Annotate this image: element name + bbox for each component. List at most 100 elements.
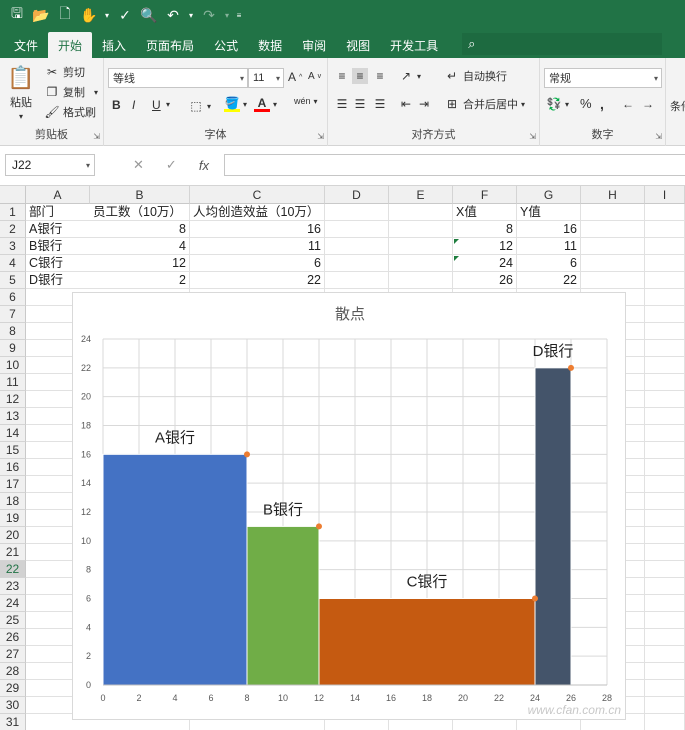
increase-indent-button[interactable]: ⇥	[416, 96, 432, 112]
column-header-h[interactable]: H	[581, 186, 645, 204]
row-header-4[interactable]: 4	[0, 255, 26, 272]
column-header-i[interactable]: I	[645, 186, 685, 204]
increase-decimal-button[interactable]: ←	[620, 96, 636, 112]
align-center-button[interactable]: ☰	[352, 96, 368, 112]
row-header-18[interactable]: 18	[0, 493, 26, 510]
row-header-17[interactable]: 17	[0, 476, 26, 493]
cell-b5[interactable]: 2	[90, 272, 189, 289]
chevron-down-icon[interactable]: ▾	[222, 4, 232, 26]
row-header-11[interactable]: 11	[0, 374, 26, 391]
row-header-27[interactable]: 27	[0, 646, 26, 663]
merge-center-button[interactable]: ⊞ 合并后居中 ▾	[444, 96, 525, 112]
cell-c3[interactable]: 11	[190, 238, 324, 255]
grow-font-button[interactable]: A ^	[288, 70, 302, 84]
column-header-g[interactable]: G	[517, 186, 581, 204]
decrease-decimal-button[interactable]: →	[640, 96, 656, 112]
formula-input[interactable]	[224, 154, 685, 176]
redo-icon[interactable]: ↷	[198, 4, 220, 26]
tab-formulas[interactable]: 公式	[204, 32, 248, 58]
chevron-down-icon[interactable]: ▾	[102, 4, 112, 26]
dialog-launcher-icon[interactable]: ⇲	[529, 132, 536, 141]
cell-f4[interactable]: 24	[453, 255, 516, 272]
cell-a4[interactable]: C银行	[26, 255, 90, 272]
shrink-font-button[interactable]: Av	[308, 71, 321, 82]
underline-button[interactable]: U	[152, 98, 161, 112]
top-align-button[interactable]: ≡	[334, 68, 350, 84]
row-header-28[interactable]: 28	[0, 663, 26, 680]
cell-a3[interactable]: B银行	[26, 238, 90, 255]
row-header-31[interactable]: 31	[0, 714, 26, 730]
cell-b3[interactable]: 4	[90, 238, 189, 255]
copy-button[interactable]: ❐ 复制 ▾	[44, 84, 98, 100]
wrap-text-button[interactable]: ↵ 自动换行	[444, 68, 507, 84]
row-header-13[interactable]: 13	[0, 408, 26, 425]
dialog-launcher-icon[interactable]: ⇲	[655, 132, 662, 141]
middle-align-button[interactable]: ≡	[352, 68, 368, 84]
row-header-7[interactable]: 7	[0, 306, 26, 323]
row-header-3[interactable]: 3	[0, 238, 26, 255]
decrease-indent-button[interactable]: ⇤	[398, 96, 414, 112]
tab-home[interactable]: 开始	[48, 32, 93, 58]
tab-file[interactable]: 文件	[4, 32, 48, 58]
save-icon[interactable]: 🖫	[6, 4, 28, 26]
dialog-launcher-icon[interactable]: ⇲	[93, 132, 100, 141]
cell-c1[interactable]: 人均创造效益（10万）	[190, 204, 390, 221]
conditional-format-button[interactable]: 条件	[670, 98, 685, 114]
cell-c4[interactable]: 6	[190, 255, 324, 272]
bank-block-0[interactable]	[102, 453, 248, 686]
bold-button[interactable]: B	[112, 98, 121, 112]
row-header-8[interactable]: 8	[0, 323, 26, 340]
tab-insert[interactable]: 插入	[92, 32, 136, 58]
scatter-point-0[interactable]	[244, 451, 250, 458]
row-header-25[interactable]: 25	[0, 612, 26, 629]
touch-icon[interactable]: ✋	[78, 4, 100, 26]
dialog-launcher-icon[interactable]: ⇲	[317, 132, 324, 141]
scatter-point-1[interactable]	[316, 523, 322, 530]
bank-label-0[interactable]: A银行	[155, 429, 195, 446]
cell-b4[interactable]: 12	[90, 255, 189, 272]
row-header-26[interactable]: 26	[0, 629, 26, 646]
cell-f5[interactable]: 26	[453, 272, 516, 289]
align-right-button[interactable]: ☰	[372, 96, 388, 112]
row-header-14[interactable]: 14	[0, 425, 26, 442]
cell-a1[interactable]: 部门	[26, 204, 90, 221]
row-header-22[interactable]: 22	[0, 561, 26, 578]
column-header-d[interactable]: D	[325, 186, 389, 204]
row-header-2[interactable]: 2	[0, 221, 26, 238]
row-header-20[interactable]: 20	[0, 527, 26, 544]
bank-block-1[interactable]	[246, 525, 320, 686]
cell-g3[interactable]: 11	[517, 238, 580, 255]
row-header-9[interactable]: 9	[0, 340, 26, 357]
cell-f2[interactable]: 8	[453, 221, 516, 238]
row-header-19[interactable]: 19	[0, 510, 26, 527]
cell-g2[interactable]: 16	[517, 221, 580, 238]
undo-icon[interactable]: ↶	[162, 4, 184, 26]
bank-label-3[interactable]: D银行	[533, 343, 574, 360]
number-format-select[interactable]: 常规 ▾	[544, 68, 662, 88]
cell-g1[interactable]: Y值	[517, 204, 581, 221]
paste-button[interactable]: 📋 粘贴 ▾	[7, 64, 34, 121]
cell-g4[interactable]: 6	[517, 255, 580, 272]
cell-g5[interactable]: 22	[517, 272, 580, 289]
row-header-23[interactable]: 23	[0, 578, 26, 595]
tab-review[interactable]: 审阅	[292, 32, 336, 58]
cell-f3[interactable]: 12	[453, 238, 516, 255]
select-all-corner[interactable]	[0, 186, 26, 204]
font-size-select[interactable]: 11 ▾	[248, 68, 284, 88]
tab-data[interactable]: 数据	[248, 32, 292, 58]
enter-icon[interactable]: ✓	[166, 157, 177, 173]
scatter-point-3[interactable]	[568, 364, 574, 371]
border-button[interactable]: ⬚ ▾	[188, 98, 211, 114]
tab-page-layout[interactable]: 页面布局	[136, 32, 204, 58]
bank-label-2[interactable]: C银行	[407, 574, 448, 591]
name-box[interactable]: J22 ▾	[5, 154, 95, 176]
row-header-12[interactable]: 12	[0, 391, 26, 408]
customize-icon[interactable]: ≡	[234, 4, 244, 26]
format-painter-button[interactable]: 🖌 格式刷	[44, 104, 96, 120]
spell-icon[interactable]: ✓	[114, 4, 136, 26]
phonetic-button[interactable]: wén ▾	[294, 96, 318, 106]
italic-button[interactable]: I	[132, 98, 135, 112]
align-left-button[interactable]: ☰	[334, 96, 350, 112]
row-header-30[interactable]: 30	[0, 697, 26, 714]
row-header-15[interactable]: 15	[0, 442, 26, 459]
